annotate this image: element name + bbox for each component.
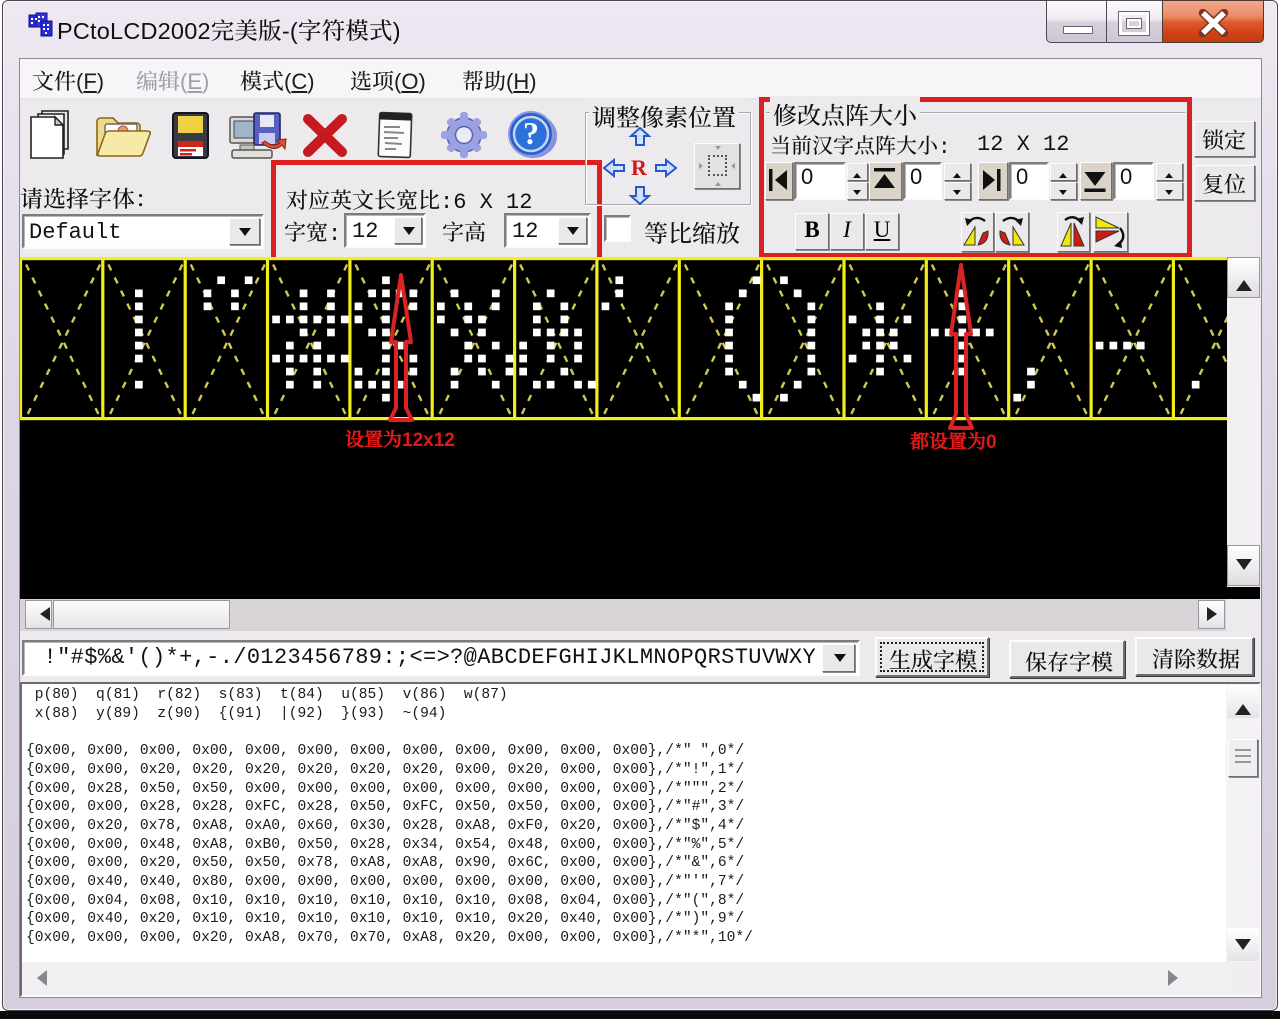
svg-text:?: ? <box>523 115 539 151</box>
